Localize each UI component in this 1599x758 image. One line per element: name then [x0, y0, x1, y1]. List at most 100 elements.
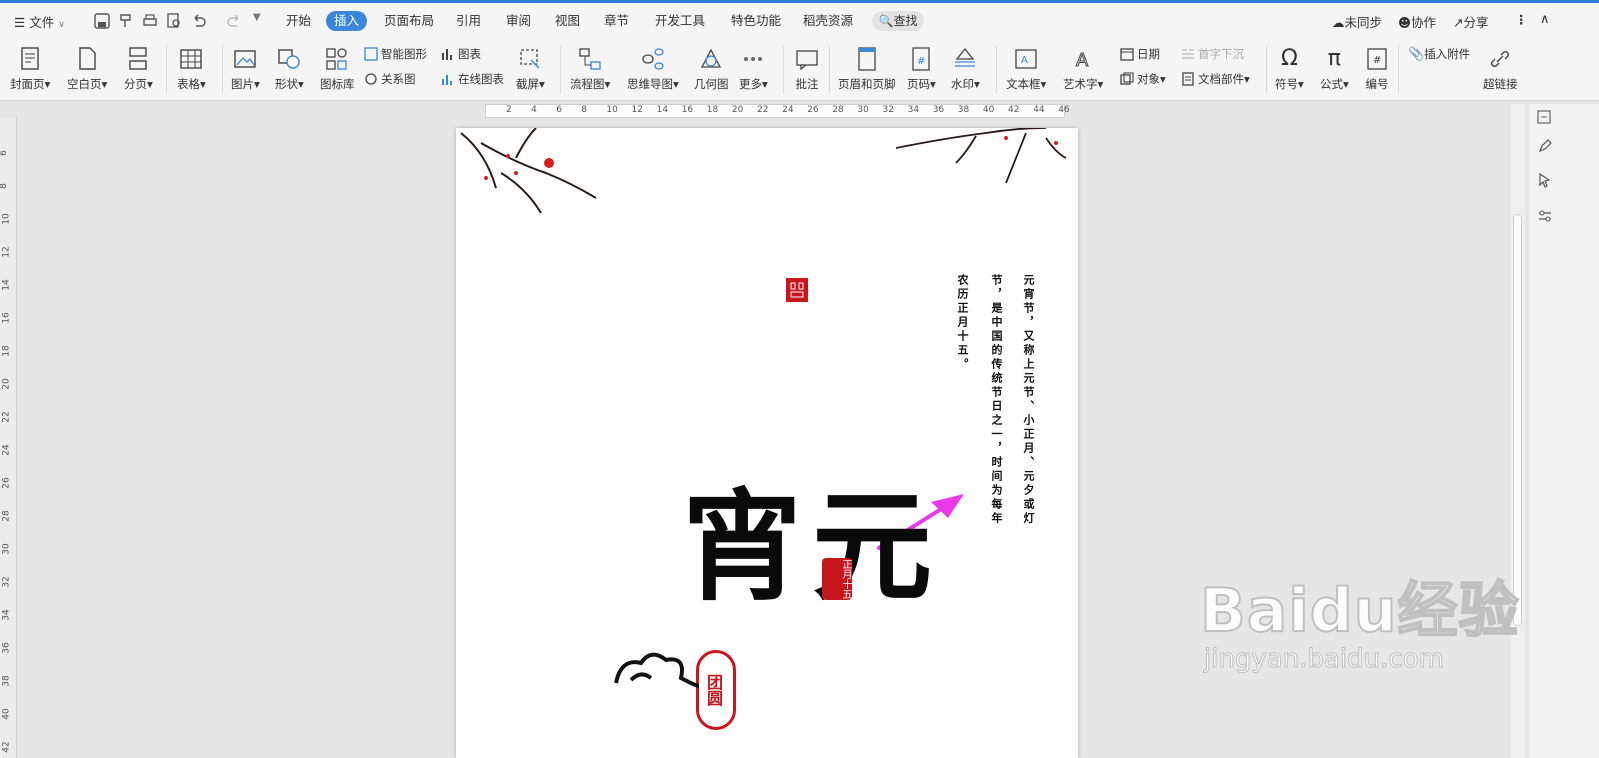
ribbon-divider: [996, 46, 997, 94]
select-cursor-icon[interactable]: [1537, 172, 1553, 188]
ruler-tick-label: 8: [581, 105, 588, 115]
flowchart-button[interactable]: 流程图▾: [570, 46, 610, 92]
attachment-button[interactable]: 📎插入附件: [1408, 46, 1470, 63]
collaborate-button[interactable]: ☻协作: [1398, 12, 1436, 31]
ruler-tick-label: 22: [1, 411, 12, 423]
tab-docer[interactable]: 稻壳资源: [803, 11, 853, 31]
collapse-ribbon-icon[interactable]: ∧: [1540, 12, 1550, 27]
customize-quick-access-icon[interactable]: ▼: [253, 12, 261, 23]
ruler-tick-label: 30: [1, 543, 12, 555]
page-break-icon: [129, 47, 148, 70]
ribbon-insert: 封面页▾ 空白页▾ 分页▾ 表格▾ 图片▾ 形状▾ 图标库 智能图形 关系图 图…: [0, 40, 1599, 101]
undo-icon[interactable]: [190, 12, 208, 30]
wordart-button[interactable]: A 艺术字▾: [1063, 46, 1103, 92]
ruler-tick-label: 34: [1, 609, 12, 621]
ruler-tick-label: 14: [656, 105, 669, 115]
print-icon[interactable]: [141, 12, 159, 30]
more-button[interactable]: 更多▾: [739, 46, 768, 92]
hamburger-icon: ☰: [14, 15, 26, 30]
tab-review[interactable]: 审阅: [506, 11, 531, 31]
watermark-icon: [955, 47, 976, 67]
ruler-tick-label: 30: [857, 105, 869, 115]
tab-special[interactable]: 特色功能: [731, 11, 781, 31]
text-column-2[interactable]: 节，是中国的传统节日之一，时间为每年: [988, 274, 1004, 526]
symbol-button[interactable]: Ω 符号▾: [1275, 46, 1304, 92]
hyperlink-button[interactable]: 超链接: [1483, 46, 1518, 92]
document-parts-button[interactable]: 文档部件▾: [1181, 71, 1250, 87]
geometry-button[interactable]: 几何图: [694, 46, 729, 92]
ribbon-divider: [166, 46, 167, 94]
file-menu[interactable]: ☰ 文件 ∨: [14, 12, 65, 31]
tab-view[interactable]: 视图: [555, 11, 580, 31]
comment-icon: [796, 50, 818, 71]
relation-chart-button[interactable]: 关系图: [364, 71, 416, 87]
page-number-button[interactable]: # 页码▾: [907, 46, 936, 92]
shape-button[interactable]: 形状▾: [275, 46, 304, 92]
smartart-button[interactable]: 智能图形: [364, 46, 427, 62]
tab-chapter[interactable]: 章节: [604, 11, 629, 31]
cloud-icon: ☁: [1332, 15, 1345, 30]
red-round-seal: 团圆: [696, 650, 736, 730]
cover-page-button[interactable]: 封面页▾: [10, 46, 50, 92]
text-column-1[interactable]: 元宵节，又称上元节、小正月、元夕或灯: [1020, 274, 1036, 526]
redo-icon[interactable]: [225, 12, 243, 30]
tab-references[interactable]: 引用: [456, 11, 481, 31]
watermark-button[interactable]: 水印▾: [951, 46, 980, 92]
search-button[interactable]: 🔍查找: [872, 11, 924, 31]
screenshot-button[interactable]: 截屏▾: [516, 46, 545, 92]
ruler-tick-label: 16: [1, 312, 12, 324]
ruler-tick-label: 14: [1, 279, 12, 291]
object-button[interactable]: 对象▾: [1120, 71, 1166, 87]
plum-blossom-branch-left: [460, 128, 597, 214]
red-seal-vertical: 正月十五: [822, 558, 852, 600]
pen-icon[interactable]: [1537, 138, 1553, 154]
tab-home[interactable]: 开始: [286, 11, 311, 31]
share-button[interactable]: ↗分享: [1453, 12, 1489, 31]
numbering-button[interactable]: # 编号: [1364, 46, 1390, 92]
comment-button[interactable]: 批注: [794, 46, 820, 92]
vertical-ruler[interactable]: 6 8 10 12 14 16 18 20 22 24 26 28 30 32 34 36 38 40 42: [0, 118, 17, 758]
mindmap-button[interactable]: 思维导图▾: [627, 46, 679, 92]
format-painter-icon[interactable]: [117, 12, 135, 30]
save-icon[interactable]: [93, 12, 111, 30]
shape-icon: [278, 49, 301, 69]
tab-insert[interactable]: 插入: [326, 11, 368, 31]
sync-status[interactable]: ☁未同步: [1332, 12, 1382, 31]
print-preview-icon[interactable]: [165, 12, 183, 30]
formula-button[interactable]: π 公式▾: [1320, 46, 1349, 92]
svg-text:#: #: [1373, 55, 1381, 66]
document-page[interactable]: 元宵节，又称上元节、小正月、元夕或灯 节，是中国的传统节日之一，时间为每年 农历…: [456, 128, 1078, 758]
ruler-tick-label: 28: [1, 510, 12, 522]
page-break-button[interactable]: 分页▾: [124, 46, 153, 92]
date-button[interactable]: 日期: [1120, 46, 1160, 62]
online-chart-button[interactable]: 在线图表: [441, 71, 504, 87]
horizontal-ruler[interactable]: 2 4 6 8 10 12 14 16 18 20 22 24 26 28 30 32 34 36 38 40 42 44…: [485, 104, 1070, 118]
ruler-tick-label: 40: [1, 708, 12, 720]
panel-toggle-icon[interactable]: [1537, 110, 1551, 124]
tab-page-layout[interactable]: 页面布局: [384, 11, 434, 31]
text-column-3[interactable]: 农历正月十五。: [954, 274, 970, 372]
ruler-tick-label: 2: [506, 105, 512, 115]
settings-sliders-icon[interactable]: [1537, 208, 1553, 224]
search-icon: 🔍: [878, 14, 894, 28]
header-footer-icon: [858, 47, 876, 71]
geometry-icon: [701, 48, 722, 68]
picture-button[interactable]: 图片▾: [231, 46, 260, 92]
ribbon-divider: [1398, 46, 1399, 94]
chart-button[interactable]: 图表: [441, 46, 481, 62]
more-options-icon[interactable]: ⋮: [1515, 12, 1528, 27]
textbox-button[interactable]: A 文本框▾: [1006, 46, 1046, 92]
table-button[interactable]: 表格▾: [177, 46, 206, 92]
ruler-tick-label: 4: [531, 105, 537, 115]
tab-developer[interactable]: 开发工具: [655, 11, 705, 31]
icon-library-button[interactable]: 图标库: [320, 46, 355, 92]
header-footer-button[interactable]: 页眉和页脚: [838, 46, 896, 92]
omega-icon: Ω: [1280, 46, 1298, 71]
ruler-tick-label: 20: [1, 378, 12, 390]
mindmap-icon: [642, 48, 664, 70]
chevron-down-icon: ∨: [58, 20, 65, 30]
dropcap-button[interactable]: 首字下沉: [1181, 46, 1244, 62]
ruler-tick-label: 12: [1, 246, 12, 258]
blank-page-button[interactable]: 空白页▾: [67, 46, 107, 92]
scrollbar-thumb[interactable]: [1513, 214, 1522, 626]
